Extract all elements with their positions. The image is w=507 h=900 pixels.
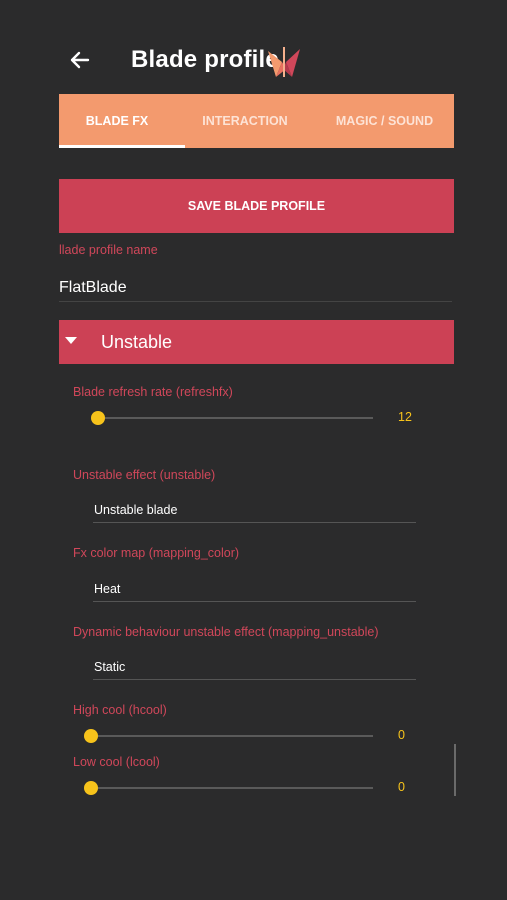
- profile-name-label: llade profile name: [59, 243, 158, 257]
- tab-interaction[interactable]: INTERACTION: [175, 94, 315, 148]
- tab-bar: BLADE FX INTERACTION MAGIC / SOUND: [59, 94, 454, 148]
- low-cool-value: 0: [398, 780, 405, 794]
- blade-logo-icon: [266, 45, 302, 79]
- save-profile-button[interactable]: SAVE BLADE PROFILE: [59, 179, 454, 233]
- tab-magic-sound[interactable]: MAGIC / SOUND: [315, 94, 454, 148]
- refresh-rate-label: Blade refresh rate (refreshfx): [73, 385, 233, 399]
- profile-name-underline: [59, 301, 452, 302]
- section-title: Unstable: [101, 332, 173, 352]
- tab-blade-fx[interactable]: BLADE FX: [59, 94, 185, 148]
- unstable-effect-dropdown[interactable]: Unstable blade: [93, 499, 416, 523]
- dropdown-underline: [93, 601, 416, 602]
- color-map-label: Fx color map (mapping_color): [73, 546, 240, 560]
- high-cool-value: 0: [398, 728, 405, 742]
- slider-track: [91, 735, 373, 737]
- unstable-section-header[interactable]: Unstable: [59, 320, 454, 364]
- low-cool-label: Low cool (lcool): [73, 755, 160, 769]
- slider-thumb[interactable]: [84, 729, 98, 743]
- high-cool-label: High cool (hcool): [73, 703, 167, 717]
- dynamic-behaviour-value: Static: [94, 660, 126, 674]
- dropdown-underline: [93, 679, 416, 680]
- low-cool-slider[interactable]: [84, 778, 373, 798]
- profile-name-input[interactable]: FlatBlade: [59, 279, 127, 297]
- slider-track: [91, 787, 373, 789]
- high-cool-slider[interactable]: [84, 726, 373, 746]
- slider-thumb[interactable]: [84, 781, 98, 795]
- slider-thumb[interactable]: [91, 411, 105, 425]
- unstable-effect-value: Unstable blade: [94, 503, 178, 517]
- color-map-dropdown[interactable]: Heat: [93, 578, 416, 602]
- refresh-rate-value: 12: [398, 410, 412, 424]
- color-map-value: Heat: [94, 582, 121, 596]
- unstable-effect-label: Unstable effect (unstable): [73, 468, 216, 482]
- dropdown-underline: [93, 522, 416, 523]
- caret-down-icon: [65, 337, 77, 344]
- scrollbar[interactable]: [454, 744, 456, 796]
- app-bar: Blade profile: [0, 0, 507, 94]
- dynamic-behaviour-label: Dynamic behaviour unstable effect (mappi…: [73, 625, 379, 639]
- refresh-rate-slider[interactable]: [91, 408, 373, 428]
- page-title: Blade profile: [131, 46, 279, 73]
- slider-track: [98, 417, 373, 419]
- arrow-left-icon[interactable]: [66, 46, 94, 74]
- dynamic-behaviour-dropdown[interactable]: Static: [93, 656, 416, 680]
